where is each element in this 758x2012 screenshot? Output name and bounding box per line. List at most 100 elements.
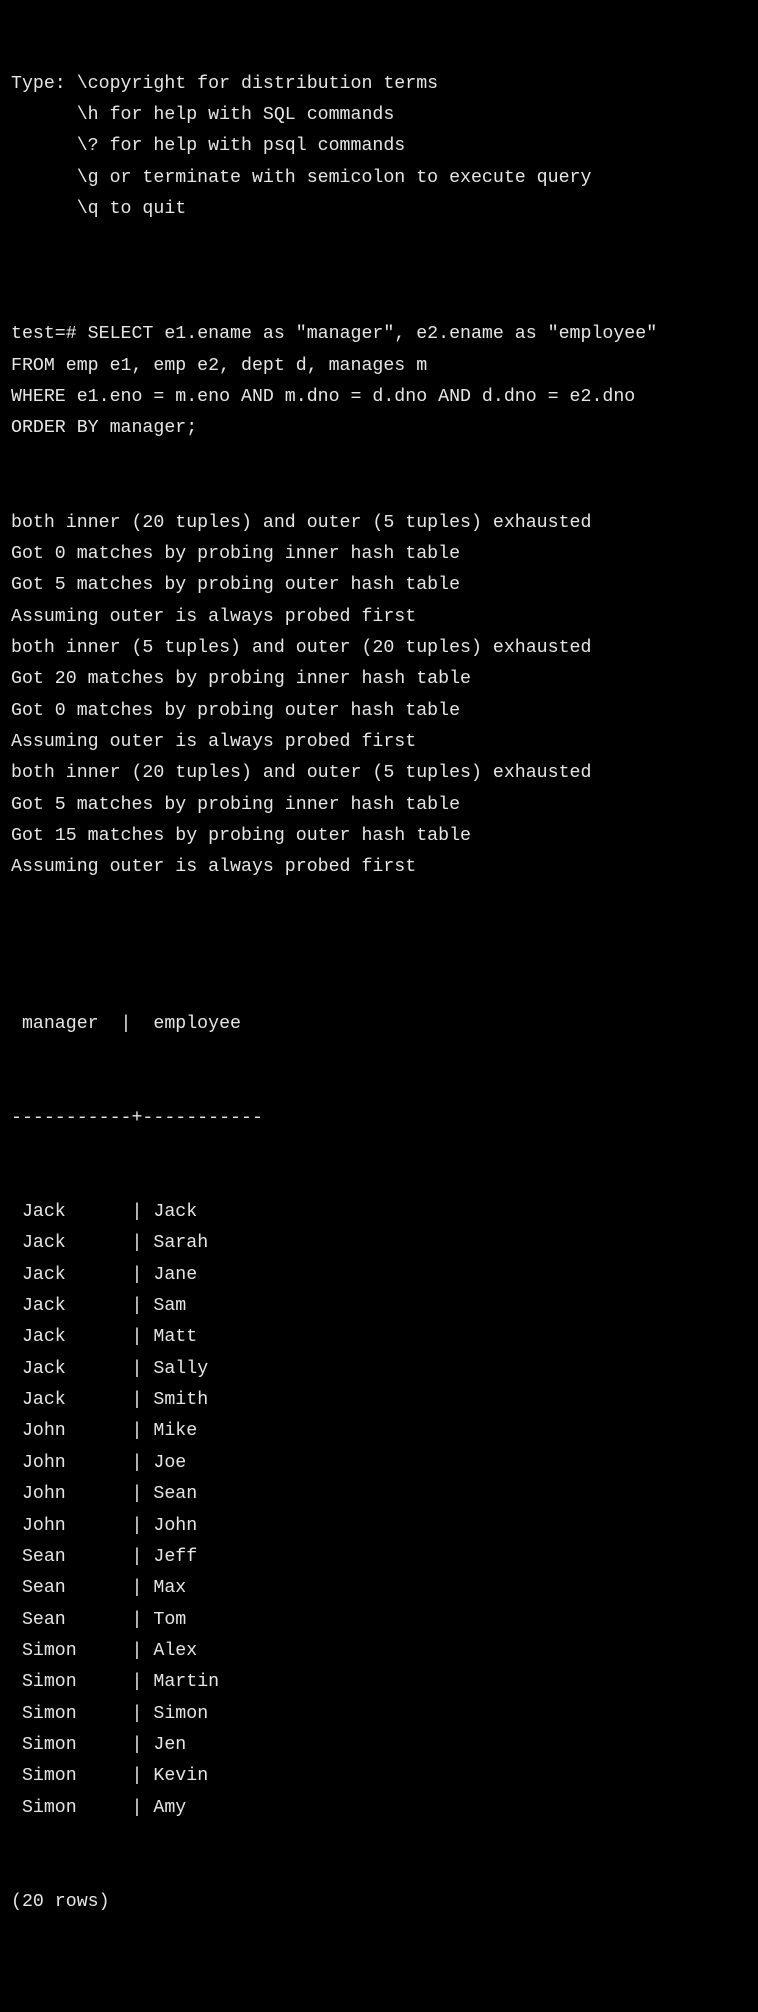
column-separator: |	[131, 1609, 154, 1630]
table-row: Simon | Jen	[11, 1730, 758, 1761]
manager-cell: Jack	[21, 1358, 132, 1379]
employee-cell: Jen	[153, 1734, 187, 1755]
column-separator: |	[131, 1703, 154, 1724]
query-text: ORDER BY manager;	[11, 418, 198, 439]
psql-banner: Type: \copyright for distribution terms …	[11, 69, 758, 257]
table-row: Simon | Simon	[11, 1699, 758, 1730]
table-row: Jack | Matt	[11, 1322, 758, 1353]
employee-cell: Kevin	[153, 1766, 209, 1787]
banner-line: \q to quit	[11, 199, 187, 220]
manager-cell: John	[21, 1484, 132, 1505]
employee-cell: Matt	[153, 1327, 198, 1348]
manager-cell: John	[21, 1452, 132, 1473]
column-separator: |	[131, 1640, 154, 1661]
manager-cell: Sean	[21, 1609, 132, 1630]
column-separator: |	[131, 1390, 154, 1411]
manager-cell: Simon	[21, 1797, 132, 1818]
log-line: Assuming outer is always probed first	[11, 731, 417, 752]
column-separator: |	[131, 1766, 154, 1787]
hash-join-debug-log: both inner (20 tuples) and outer (5 tupl…	[11, 508, 758, 884]
employee-cell: Alex	[153, 1640, 198, 1661]
column-separator: |	[131, 1233, 154, 1254]
column-separator: |	[131, 1358, 154, 1379]
manager-cell: John	[21, 1515, 132, 1536]
query-text: FROM emp e1, emp e2, dept d, manages m	[11, 355, 428, 376]
column-separator: |	[131, 1734, 154, 1755]
employee-cell: Tom	[153, 1609, 187, 1630]
table-row: Sean | Max	[11, 1573, 758, 1604]
employee-cell: Sam	[153, 1296, 187, 1317]
manager-cell: Simon	[21, 1734, 132, 1755]
column-separator: |	[131, 1264, 154, 1285]
query-line: test=# SELECT e1.ename as "manager", e2.…	[11, 319, 758, 350]
employee-cell: Jeff	[153, 1546, 198, 1567]
query-line: FROM emp e1, emp e2, dept d, manages m	[11, 351, 758, 382]
column-separator: |	[131, 1672, 154, 1693]
terminal-output[interactable]: Type: \copyright for distribution terms …	[11, 6, 758, 1912]
banner-line: \g or terminate with semicolon to execut…	[11, 167, 592, 188]
table-row: Jack | Sarah	[11, 1228, 758, 1259]
manager-cell: Simon	[21, 1672, 132, 1693]
log-line: Got 20 matches by probing inner hash tab…	[11, 669, 471, 690]
column-separator: |	[131, 1296, 154, 1317]
manager-cell: Simon	[21, 1703, 132, 1724]
column-separator: |	[131, 1578, 154, 1599]
manager-cell: Jack	[21, 1296, 132, 1317]
employee-cell: Joe	[153, 1452, 187, 1473]
column-separator: |	[131, 1452, 154, 1473]
log-line: Got 5 matches by probing outer hash tabl…	[11, 575, 461, 596]
employee-cell: Max	[153, 1578, 187, 1599]
log-line: both inner (5 tuples) and outer (20 tupl…	[11, 637, 592, 658]
employee-cell: John	[153, 1515, 198, 1536]
employee-cell: Sean	[153, 1484, 198, 1505]
log-line: Got 5 matches by probing inner hash tabl…	[11, 794, 461, 815]
employee-cell: Sally	[153, 1358, 209, 1379]
table-row: Simon | Alex	[11, 1636, 758, 1667]
sql-query-block: test=# SELECT e1.ename as "manager", e2.…	[11, 319, 758, 444]
query-text: SELECT e1.ename as "manager", e2.ename a…	[87, 324, 658, 345]
log-line: Got 0 matches by probing outer hash tabl…	[11, 700, 461, 721]
table-row: Jack | Sam	[11, 1291, 758, 1322]
table-row: Jack | Jack	[11, 1197, 758, 1228]
query-text: WHERE e1.eno = m.eno AND m.dno = d.dno A…	[11, 387, 636, 408]
table-row: Jack | Sally	[11, 1354, 758, 1385]
table-row: John | Sean	[11, 1479, 758, 1510]
manager-cell: Jack	[21, 1202, 132, 1223]
employee-cell: Jane	[153, 1264, 198, 1285]
table-row: John | John	[11, 1511, 758, 1542]
employee-cell: Simon	[153, 1703, 209, 1724]
column-separator: |	[131, 1484, 154, 1505]
column-separator: |	[131, 1546, 154, 1567]
column-separator: |	[131, 1202, 154, 1223]
log-line: Assuming outer is always probed first	[11, 857, 417, 878]
table-row: Simon | Amy	[11, 1793, 758, 1824]
table-row: Sean | Tom	[11, 1605, 758, 1636]
banner-line: \h for help with SQL commands	[11, 105, 395, 126]
manager-cell: Sean	[21, 1578, 132, 1599]
manager-cell: Jack	[21, 1327, 132, 1348]
manager-cell: Simon	[21, 1640, 132, 1661]
manager-cell: John	[21, 1421, 132, 1442]
psql-prompt: test=#	[11, 324, 88, 345]
table-row: Jack | Jane	[11, 1260, 758, 1291]
log-line: Assuming outer is always probed first	[11, 606, 417, 627]
log-line: both inner (20 tuples) and outer (5 tupl…	[11, 763, 592, 784]
table-row: John | Mike	[11, 1416, 758, 1447]
banner-line: Type: \copyright for distribution terms	[11, 73, 439, 94]
result-header-row: manager | employee	[11, 1014, 241, 1034]
row-count-footer: (20 rows)	[11, 1891, 110, 1912]
banner-line: \? for help with psql commands	[11, 136, 406, 157]
manager-cell: Sean	[21, 1546, 132, 1567]
employee-cell: Martin	[153, 1672, 220, 1693]
column-separator: |	[131, 1421, 154, 1442]
employee-cell: Sarah	[153, 1233, 209, 1254]
manager-cell: Jack	[21, 1390, 132, 1411]
employee-cell: Jack	[153, 1202, 198, 1223]
query-line: WHERE e1.eno = m.eno AND m.dno = d.dno A…	[11, 382, 758, 413]
manager-cell: Jack	[21, 1264, 132, 1285]
employee-cell: Amy	[153, 1797, 187, 1818]
table-row: Jack | Smith	[11, 1385, 758, 1416]
query-line: ORDER BY manager;	[11, 413, 758, 444]
query-result-table: manager | employee -----------+---------…	[11, 946, 758, 1980]
table-row: John | Joe	[11, 1448, 758, 1479]
